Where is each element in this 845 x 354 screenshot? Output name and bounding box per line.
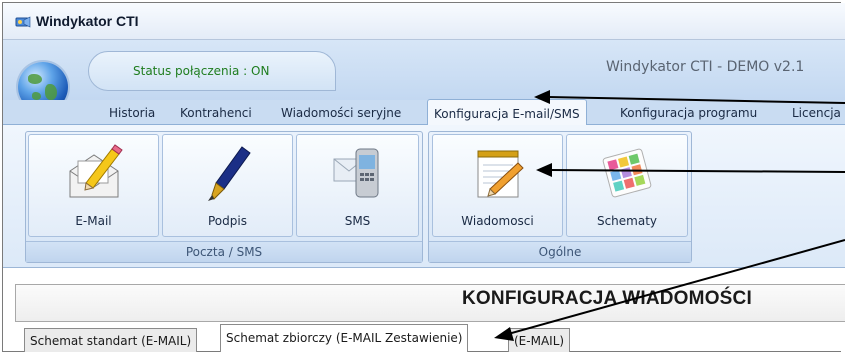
window-title: Windykator CTI bbox=[36, 13, 139, 29]
section-title: KONFIGURACJA WIADOMOŚCI bbox=[462, 288, 752, 309]
schematy-button[interactable]: Schematy bbox=[566, 134, 688, 237]
podpis-button[interactable]: Podpis bbox=[162, 134, 293, 237]
sms-button-label: SMS bbox=[344, 214, 371, 228]
tab-schemat-standart[interactable]: Schemat standart (E-MAIL) bbox=[24, 328, 198, 352]
notepad-pencil-icon bbox=[477, 150, 524, 198]
tab-schemat-zbiorczy[interactable]: Schemat zbiorczy (E-MAIL Zestawienie) bbox=[220, 324, 469, 352]
app-version: Windykator CTI - DEMO v2.1 bbox=[606, 59, 805, 75]
sms-button[interactable]: SMS bbox=[296, 134, 419, 237]
tab-wiadomosci-seryjne[interactable]: Wiadomości seryjne bbox=[281, 106, 401, 120]
sms-phone-icon bbox=[333, 148, 378, 198]
tab-historia[interactable]: Historia bbox=[109, 106, 155, 120]
email-envelope-icon bbox=[69, 144, 123, 198]
tab-kontrahenci[interactable]: Kontrahenci bbox=[180, 106, 252, 120]
email-button-label: E-Mail bbox=[75, 214, 112, 228]
tab-konfiguracja-programu[interactable]: Konfiguracja programu bbox=[620, 106, 757, 120]
wiadomosci-button-label: Wiadomosci bbox=[461, 214, 534, 228]
fountain-pen-icon bbox=[207, 146, 251, 201]
group-label: Ogólne bbox=[429, 241, 691, 262]
group-label: Poczta / SMS bbox=[26, 241, 422, 262]
connection-status: Status połączenia : ON bbox=[133, 64, 270, 78]
tab-konfiguracja-email-sms[interactable]: Konfiguracja E-mail/SMS bbox=[427, 99, 587, 125]
title-bar: Windykator CTI bbox=[3, 3, 845, 40]
tab-email[interactable]: (E-MAIL) bbox=[508, 328, 571, 352]
podpis-button-label: Podpis bbox=[208, 214, 247, 228]
schematy-button-label: Schematy bbox=[596, 214, 658, 228]
wiadomosci-button[interactable]: Wiadomosci bbox=[432, 134, 563, 237]
tab-licencja[interactable]: Licencja bbox=[792, 106, 841, 120]
email-button[interactable]: E-Mail bbox=[28, 134, 159, 237]
color-cards-icon bbox=[602, 148, 652, 198]
app-icon bbox=[15, 16, 31, 28]
